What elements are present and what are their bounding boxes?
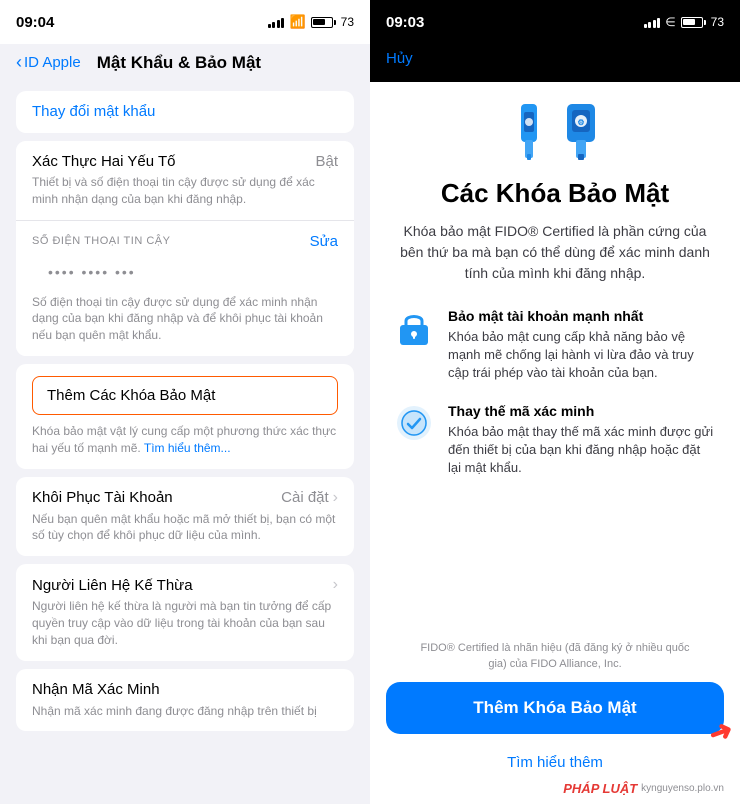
trusted-phone-label: SỐ ĐIỆN THOẠI TIN CẬY <box>32 235 170 247</box>
left-panel: 09:04 📶 73 ‹ ID Apple Mật Khẩu & Bảo Mậ <box>0 0 370 804</box>
add-security-key-label: Thêm Các Khóa Bảo Mật <box>47 387 215 404</box>
battery-pct-left: 73 <box>341 15 354 29</box>
legacy-contact-description: Người liên hệ kế thừa là người mà bạn ti… <box>32 598 338 648</box>
change-password-section: Thay đổi mật khẩu <box>16 91 354 133</box>
right-panel: 09:03 ∈ 73 Hủy <box>370 0 740 804</box>
add-security-key-description: Khóa bảo mật vật lý cung cấp một phương … <box>32 423 338 457</box>
account-recovery-right: Cài đặt › <box>281 489 338 507</box>
back-button[interactable]: ‹ ID Apple <box>16 52 81 73</box>
two-factor-item[interactable]: Xác Thực Hai Yếu Tố Bật Thiết bị và số đ… <box>16 141 354 221</box>
battery-icon-left <box>311 17 336 28</box>
phone-field: •••• •••• ••• <box>32 254 338 290</box>
two-factor-row: Xác Thực Hai Yếu Tố Bật <box>32 153 338 170</box>
feature-title-1: Bảo mật tài khoản mạnh nhất <box>448 308 716 324</box>
lock-icon-wrap <box>394 308 434 348</box>
wifi-icon-right: ∈ <box>665 15 675 29</box>
page-main-title: Các Khóa Bảo Mật <box>441 178 669 209</box>
feature-desc-2: Khóa bảo mật thay thế mã xác minh được g… <box>448 423 716 478</box>
legacy-contact-section: Người Liên Hệ Kế Thừa › Người liên hệ kế… <box>16 564 354 660</box>
change-password-label: Thay đổi mật khẩu <box>32 103 155 120</box>
nav-bar-left: ‹ ID Apple Mật Khẩu & Bảo Mật <box>0 44 370 83</box>
verification-code-section: Nhận Mã Xác Minh Nhận mã xác minh đang đ… <box>16 669 354 732</box>
security-key-icon-2: ⚙ <box>559 102 603 162</box>
legacy-contact-row: Người Liên Hệ Kế Thừa › <box>32 576 338 594</box>
legacy-contact-title: Người Liên Hệ Kế Thừa <box>32 577 193 594</box>
security-keys-icon: ⚙ <box>507 102 603 162</box>
svg-text:⚙: ⚙ <box>577 118 584 127</box>
chevron-right-icon: › <box>333 489 338 507</box>
shield-check-icon <box>395 404 433 442</box>
battery-pct-right: 73 <box>711 15 724 29</box>
add-key-label: Thêm Khóa Bảo Mật <box>473 698 636 717</box>
status-time-right: 09:03 <box>386 14 424 31</box>
security-key-icon-1 <box>507 102 551 162</box>
feature-text-1: Bảo mật tài khoản mạnh nhất Khóa bảo mật… <box>448 308 716 383</box>
footer-note: FIDO® Certified là nhãn hiệu (đã đăng ký… <box>394 631 716 682</box>
two-factor-value: Bật <box>315 153 338 170</box>
edit-button[interactable]: Sửa <box>310 233 338 250</box>
watermark-site: kynguyenso.plo.vn <box>641 783 724 794</box>
trusted-phone-description: Số điện thoại tin cậy được sử dụng để xá… <box>32 294 338 344</box>
page-title-left: Mật Khẩu & Bảo Mật <box>97 53 261 73</box>
feature-item-2: Thay thế mã xác minh Khóa bảo mật thay t… <box>394 403 716 478</box>
feature-text-2: Thay thế mã xác minh Khóa bảo mật thay t… <box>448 403 716 478</box>
learn-more-right-link[interactable]: Tìm hiểu thêm <box>507 754 603 771</box>
chevron-right-icon-2: › <box>333 576 338 594</box>
change-password-item[interactable]: Thay đổi mật khẩu <box>16 91 354 133</box>
account-recovery-row: Khôi Phục Tài Khoản Cài đặt › <box>32 489 338 507</box>
verification-code-description: Nhận mã xác minh đang được đăng nhập trê… <box>32 703 338 720</box>
two-factor-section: Xác Thực Hai Yếu Tố Bật Thiết bị và số đ… <box>16 141 354 356</box>
signal-icon-right <box>644 16 661 28</box>
learn-more-link-left[interactable]: Tìm hiểu thêm... <box>144 441 231 455</box>
add-key-button[interactable]: Thêm Khóa Bảo Mật ➜ <box>386 682 724 734</box>
scroll-content-left: Thay đổi mật khẩu Xác Thực Hai Yếu Tố Bậ… <box>0 83 370 804</box>
status-bar-left: 09:04 📶 73 <box>0 0 370 44</box>
account-recovery-description: Nếu bạn quên mật khẩu hoặc mã mở thiết b… <box>32 511 338 545</box>
status-time-left: 09:04 <box>16 14 54 31</box>
wifi-icon-left: 📶 <box>289 14 305 30</box>
watermark: PHÁP LUẬT kynguyenso.plo.vn <box>370 776 740 804</box>
brand-logo: PHÁP LUẬT <box>563 780 637 796</box>
verification-code-item[interactable]: Nhận Mã Xác Minh Nhận mã xác minh đang đ… <box>16 669 354 732</box>
cancel-button[interactable]: Hủy <box>386 50 413 67</box>
add-button-container: Thêm Khóa Bảo Mật ➜ <box>370 682 740 742</box>
account-recovery-item[interactable]: Khôi Phục Tài Khoản Cài đặt › Nếu bạn qu… <box>16 477 354 557</box>
account-recovery-title: Khôi Phục Tài Khoản <box>32 489 173 506</box>
battery-icon-right <box>681 17 706 28</box>
add-security-key-item[interactable]: Thêm Các Khóa Bảo Mật Khóa bảo mật vật l… <box>16 364 354 469</box>
status-icons-right: ∈ 73 <box>644 15 724 29</box>
account-recovery-value: Cài đặt <box>281 489 329 506</box>
status-icons-left: 📶 73 <box>268 14 354 30</box>
trusted-phone-section: SỐ ĐIỆN THOẠI TIN CẬY Sửa •••• •••• ••• … <box>16 221 354 356</box>
add-security-key-button[interactable]: Thêm Các Khóa Bảo Mật <box>32 376 338 415</box>
legacy-contact-item[interactable]: Người Liên Hệ Kế Thừa › Người liên hệ kế… <box>16 564 354 660</box>
verification-code-title: Nhận Mã Xác Minh <box>32 681 160 698</box>
nav-bar-right: Hủy <box>370 44 740 82</box>
phone-value: •••• •••• ••• <box>48 264 136 280</box>
back-label: ID Apple <box>24 54 81 71</box>
signal-icon-left <box>268 16 285 28</box>
feature-title-2: Thay thế mã xác minh <box>448 403 716 419</box>
learn-more-right-container: Tìm hiểu thêm <box>370 742 740 776</box>
add-security-key-section: Thêm Các Khóa Bảo Mật Khóa bảo mật vật l… <box>16 364 354 469</box>
feature-desc-1: Khóa bảo mật cung cấp khả năng bảo vệ mạ… <box>448 328 716 383</box>
back-chevron-icon: ‹ <box>16 52 22 73</box>
feature-item-1: Bảo mật tài khoản mạnh nhất Khóa bảo mật… <box>394 308 716 383</box>
two-factor-title: Xác Thực Hai Yếu Tố <box>32 153 175 170</box>
lock-icon <box>395 309 433 347</box>
right-content: ⚙ Các Khóa Bảo Mật Khóa bảo mật FIDO® Ce… <box>370 82 740 682</box>
brand-name: PHÁP LUẬT <box>563 781 637 796</box>
page-description: Khóa bảo mật FIDO® Certified là phần cứn… <box>394 221 716 284</box>
trusted-phone-header-row: SỐ ĐIỆN THOẠI TIN CẬY Sửa <box>32 233 338 250</box>
feature-list: Bảo mật tài khoản mạnh nhất Khóa bảo mật… <box>394 308 716 497</box>
shield-icon-wrap <box>394 403 434 443</box>
two-factor-description: Thiết bị và số điện thoại tin cậy được s… <box>32 174 338 208</box>
account-recovery-section: Khôi Phục Tài Khoản Cài đặt › Nếu bạn qu… <box>16 477 354 557</box>
status-bar-right: 09:03 ∈ 73 <box>370 0 740 44</box>
